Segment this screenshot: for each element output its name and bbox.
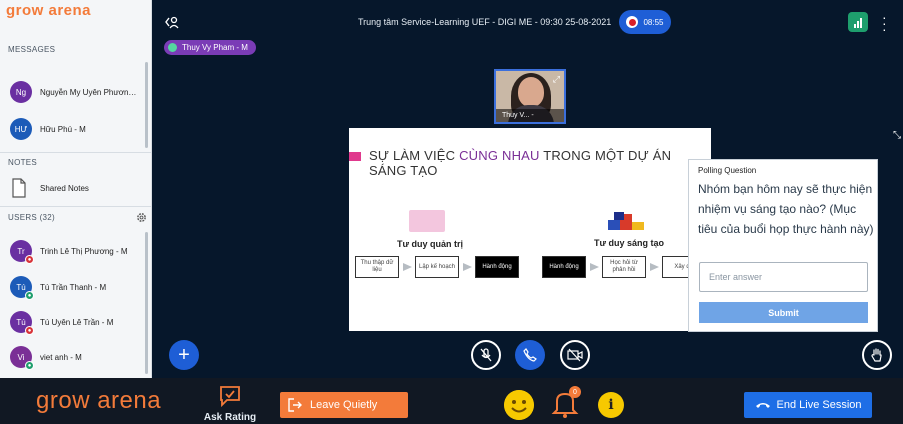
expand-icon[interactable]: ⤢ [553, 74, 560, 85]
rating-chat-icon [220, 386, 240, 408]
webcam-user-name: Thuy V... - [496, 109, 564, 122]
exit-icon [288, 398, 302, 412]
slide-title-bar [349, 152, 361, 161]
camera-off-icon [567, 348, 583, 362]
avatar: HƯ [10, 118, 32, 140]
creative-blocks-illustration [608, 212, 644, 230]
bottom-toolbar: grow arena Ask Rating Leave Quietly 0 i … [0, 378, 903, 424]
flow-step: Hành động [542, 256, 586, 278]
record-icon [626, 16, 639, 28]
section-divider [0, 206, 151, 207]
emoji-reaction-icon[interactable] [504, 390, 534, 420]
sidebar-brand-logo: grow arena [6, 2, 92, 19]
shared-notes-label: Shared Notes [40, 183, 89, 193]
info-button[interactable]: i [598, 392, 624, 418]
camera-toggle-button[interactable] [560, 340, 590, 370]
footer-brand-logo: grow arena [36, 387, 162, 414]
arrow-icon [403, 263, 412, 271]
user-list-item[interactable]: Vi ● viet anh - M [10, 346, 82, 370]
gear-icon[interactable] [136, 212, 147, 223]
avatar: Tr ● [10, 240, 34, 264]
slide-title: SỰ LÀM VIỆC CÙNG NHAU TRONG MỘT DỰ ÁN SÁ… [369, 148, 672, 178]
message-item[interactable]: Ng Nguyễn My Uyên Phương ... [10, 81, 140, 103]
muted-microphone-icon [480, 348, 492, 362]
recording-timer[interactable]: 08:55 [619, 10, 671, 34]
flow-title: Tư duy quản trị [397, 239, 464, 249]
arrow-icon [590, 263, 599, 271]
users-scrollbar[interactable] [145, 232, 148, 374]
flow-step: Thu thập dữ liệu [355, 256, 399, 278]
presentation-slide: SỰ LÀM VIỆC CÙNG NHAU TRONG MỘT DỰ ÁN SÁ… [349, 128, 711, 331]
flow-step: Học hỏi từ phản hồi [602, 256, 646, 278]
user-name: Tú Uyên Lê Trần - M [40, 317, 114, 327]
presenter-name: Thuy Vy Pham - M [182, 43, 248, 52]
phone-icon [523, 348, 537, 362]
status-icon: ● [25, 326, 34, 335]
avatar: Tú ● [10, 311, 34, 335]
management-illustration [409, 210, 445, 232]
end-live-session-button[interactable]: End Live Session [744, 392, 872, 418]
more-options-icon[interactable]: · · · [882, 10, 887, 36]
mute-microphone-button[interactable] [471, 340, 501, 370]
polling-panel: Polling Question Nhóm bạn hôm nay sẽ thự… [688, 159, 878, 332]
timer-value: 08:55 [643, 17, 664, 27]
sidebar: grow arena MESSAGES Ng Nguyễn My Uyên Ph… [0, 0, 152, 378]
section-divider [0, 152, 151, 153]
hand-icon [871, 348, 882, 362]
message-item-name: Nguyễn My Uyên Phương ... [40, 87, 140, 97]
raise-hand-button[interactable] [862, 340, 892, 370]
presenter-badge: Thuy Vy Pham - M [164, 40, 256, 55]
avatar: Tú ● [10, 276, 34, 300]
session-title: Trung tâm Service-Learning UEF - DIGI ME… [358, 17, 612, 27]
end-live-session-label: End Live Session [776, 399, 862, 411]
shared-notes-item[interactable]: Shared Notes [10, 178, 89, 198]
poll-answer-input[interactable] [699, 262, 868, 292]
users-section-title: USERS (32) [8, 213, 56, 222]
arrow-icon [650, 263, 659, 271]
user-list-item[interactable]: Tú ● Tú Uyên Lê Trần - M [10, 311, 114, 335]
fullscreen-icon[interactable]: ⤡ [893, 130, 901, 141]
poll-heading: Polling Question [698, 166, 757, 175]
messages-scrollbar[interactable] [145, 62, 148, 148]
connection-status-icon[interactable] [848, 12, 868, 32]
hang-up-phone-icon [755, 403, 770, 408]
add-action-button[interactable]: + [169, 340, 199, 370]
user-name: viet anh - M [40, 352, 82, 362]
audio-phone-button[interactable] [515, 340, 545, 370]
arrow-icon [463, 263, 472, 271]
flow-title: Tư duy sáng tạo [594, 238, 665, 248]
flow-step: Lập kế hoạch [415, 256, 459, 278]
webcam-video-tile[interactable]: ⤢ Thuy V... - [494, 69, 566, 124]
status-icon: ● [25, 361, 34, 370]
messages-section-title: MESSAGES [8, 45, 56, 54]
user-name: Tú Trần Thanh - M [40, 282, 107, 292]
status-icon: ● [25, 291, 34, 300]
avatar: Ng [10, 81, 32, 103]
notes-section-title: NOTES [8, 158, 38, 167]
notification-count-badge: 0 [569, 386, 581, 398]
document-icon [12, 178, 26, 198]
ask-rating-label: Ask Rating [203, 412, 257, 423]
message-item-name: Hữu Phú - M [40, 124, 86, 134]
poll-question: Nhóm bạn hôm nay sẽ thực hiện nhiệm vụ s… [698, 182, 874, 236]
flow-step: Hành động [475, 256, 519, 278]
message-item[interactable]: HƯ Hữu Phú - M [10, 118, 86, 140]
microphone-icon [168, 43, 177, 52]
poll-submit-button[interactable]: Submit [699, 302, 868, 323]
user-list-item[interactable]: Tú ● Tú Trần Thanh - M [10, 276, 107, 300]
status-icon: ● [25, 255, 34, 264]
user-list-toggle-icon[interactable] [164, 14, 180, 30]
webcam-person-face [518, 77, 544, 107]
leave-quietly-button[interactable]: Leave Quietly [280, 392, 408, 418]
avatar: Vi ● [10, 346, 34, 370]
user-name: Trinh Lê Thị Phương - M [40, 246, 128, 256]
leave-quietly-label: Leave Quietly [310, 399, 378, 411]
user-list-item[interactable]: Tr ● Trinh Lê Thị Phương - M [10, 240, 128, 264]
